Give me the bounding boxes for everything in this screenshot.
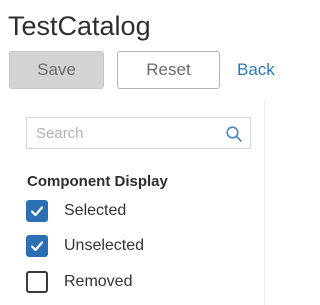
unselected-label: Unselected xyxy=(64,237,145,254)
selected-label: Selected xyxy=(64,202,127,219)
option-unselected[interactable]: Unselected xyxy=(26,234,144,258)
search-input[interactable] xyxy=(27,118,226,148)
component-display-title: Component Display xyxy=(27,173,168,190)
catalog-panel: { "page": { "title": "TestCatalog" }, "t… xyxy=(0,0,290,305)
search-icon[interactable] xyxy=(225,125,243,143)
save-button[interactable]: Save xyxy=(9,51,104,89)
panel-divider xyxy=(264,100,265,305)
back-link[interactable]: Back xyxy=(237,59,275,81)
checkmark-icon xyxy=(30,241,44,252)
page-title: TestCatalog xyxy=(8,11,151,41)
search-box[interactable] xyxy=(26,117,251,149)
checkmark-icon xyxy=(30,206,44,217)
removed-label: Removed xyxy=(64,273,133,290)
option-selected[interactable]: Selected xyxy=(26,199,126,223)
selected-checkbox[interactable] xyxy=(26,200,48,222)
unselected-checkbox[interactable] xyxy=(26,235,48,257)
option-removed[interactable]: Removed xyxy=(26,270,132,294)
removed-checkbox[interactable] xyxy=(26,271,48,293)
reset-button[interactable]: Reset xyxy=(117,51,220,89)
